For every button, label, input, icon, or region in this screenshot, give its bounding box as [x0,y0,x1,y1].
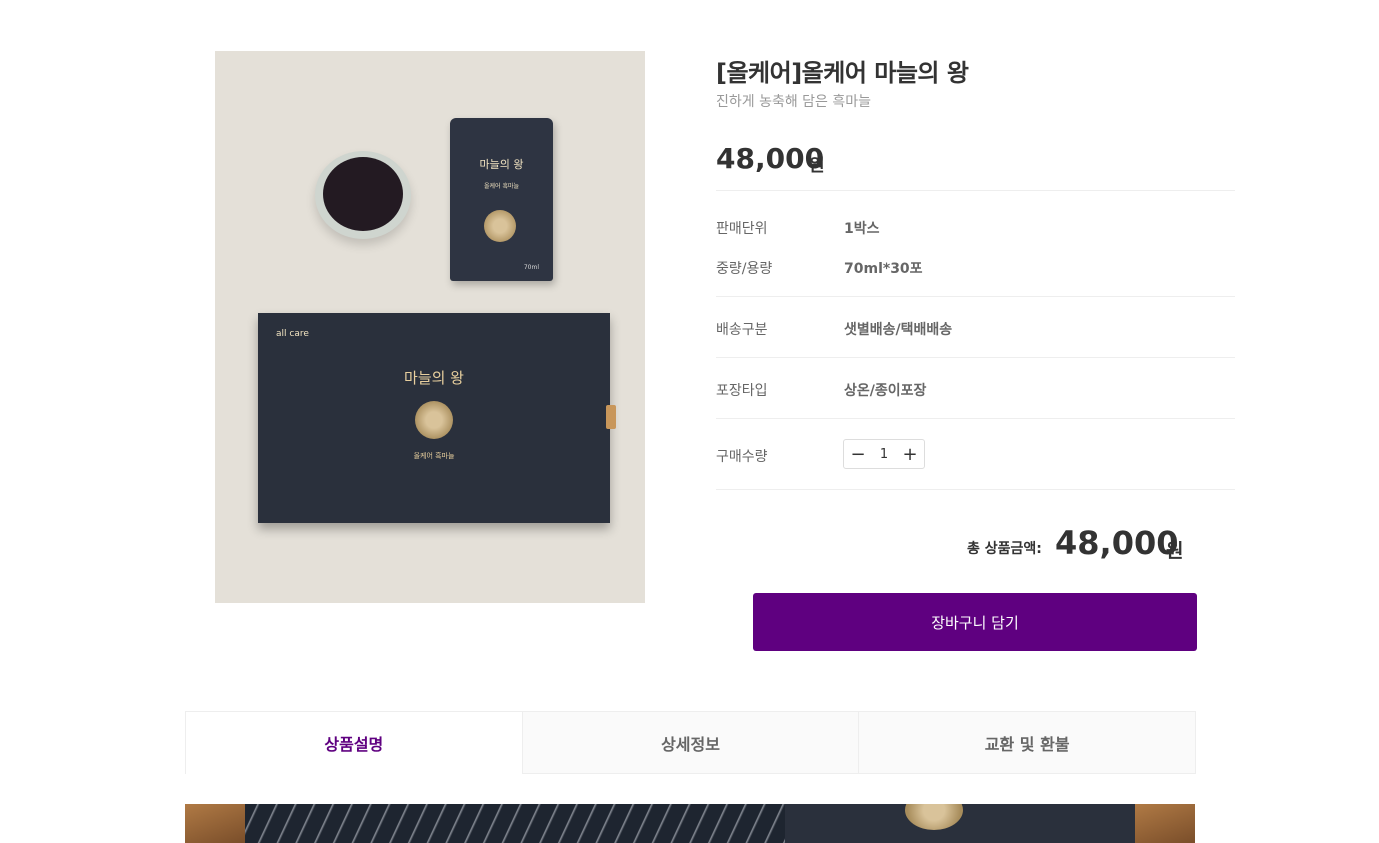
total-price-label: 총 상품금액: [967,541,1042,557]
pouch-illustration: 마늘의 왕 올케어 흑마늘 70ml [450,118,553,281]
bowl-illustration [315,151,411,239]
detail-image-tray-edge [1135,804,1195,843]
quantity-increase-button[interactable]: + [896,440,924,468]
divider [716,296,1235,297]
info-value-delivery: 샛별배송/택배배송 [844,322,953,338]
box-title: 마늘의 왕 [404,369,464,387]
quantity-decrease-button[interactable]: − [844,440,872,468]
box-illustration: all care 마늘의 왕 올케어 흑마늘 [258,313,616,523]
total-price-unit: 원 [1166,540,1184,562]
pouch-title: 마늘의 왕 [479,158,524,171]
product-detail-image [185,804,1195,843]
info-label-weight: 중량/용량 [716,261,773,277]
product-price-unit: 원 [809,156,825,176]
product-image: 마늘의 왕 올케어 흑마늘 70ml all care 마늘의 왕 올케어 흑마… [215,51,645,603]
info-label-sales-unit: 판매단위 [716,221,768,237]
divider [716,357,1235,358]
divider [716,190,1235,191]
detail-tabs: 상품설명 상세정보 교환 및 환불 [185,711,1197,774]
box-brand-logo: all care [276,329,309,339]
info-value-packaging: 상온/종이포장 [844,383,927,399]
bowl-liquid [323,157,403,231]
info-value-weight: 70ml*30포 [844,261,923,277]
product-price: 48,000 [716,142,825,175]
quantity-label: 구매수량 [716,449,768,465]
box-pull-tab [606,405,616,429]
total-price: 48,000 [1055,524,1179,562]
info-label-delivery: 배송구분 [716,322,768,338]
tab-exchange-refund[interactable]: 교환 및 환불 [859,711,1197,774]
tab-detail-info[interactable]: 상세정보 [522,711,860,774]
detail-image-tray [185,804,245,843]
box-emblem [415,401,453,439]
pouch-volume: 70ml [523,264,539,271]
divider [716,489,1235,490]
tab-product-description[interactable]: 상품설명 [185,711,523,774]
pouch-subtitle: 올케어 흑마늘 [483,183,520,190]
quantity-stepper: − 1 + [843,439,925,469]
quantity-value[interactable]: 1 [872,447,896,462]
box-subtitle: 올케어 흑마늘 [413,452,455,460]
product-subtitle: 진하게 농축해 담은 흑마늘 [716,94,872,110]
product-title: [올케어]올케어 마늘의 왕 [716,59,969,87]
detail-image-box [785,804,1195,843]
info-value-sales-unit: 1박스 [844,221,880,237]
add-to-cart-button[interactable]: 장바구니 담기 [753,593,1197,651]
divider [716,418,1235,419]
pouch-emblem [484,210,516,242]
info-label-packaging: 포장타입 [716,383,768,399]
